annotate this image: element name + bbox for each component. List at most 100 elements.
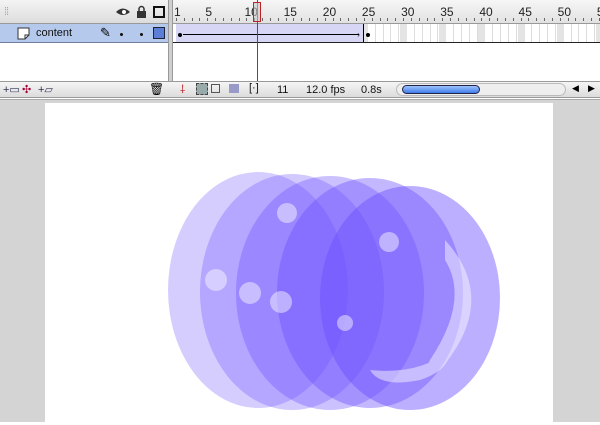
ruler-tick (590, 18, 592, 21)
frame-cell[interactable] (429, 24, 431, 42)
layer-page-icon (17, 27, 30, 40)
ruler-tick (215, 18, 217, 21)
frame-cell[interactable] (531, 24, 533, 42)
frame-number: 5 (205, 5, 212, 19)
lock-dot[interactable] (140, 33, 143, 36)
frame-cell[interactable] (468, 24, 470, 42)
frame-cell[interactable] (382, 24, 384, 42)
frame-number: 30 (401, 5, 415, 19)
add-motion-guide-icon[interactable]: ✣ (22, 83, 31, 96)
frame-cell[interactable] (539, 24, 541, 42)
ruler-tick (277, 18, 279, 21)
frame-number: 1 (174, 5, 181, 19)
playhead-handle[interactable] (253, 2, 262, 22)
visibility-dot[interactable] (120, 33, 123, 36)
frame-cell[interactable] (492, 24, 494, 42)
frame-cell[interactable] (453, 24, 455, 42)
frame-cell[interactable] (578, 24, 580, 42)
pencil-icon: ✎ (100, 25, 111, 40)
motion-tween-span[interactable]: › (176, 24, 364, 42)
tween-arrowhead: › (357, 30, 360, 39)
ruler-tick (551, 18, 553, 21)
frame-ruler[interactable]: 1510152025303540455055 (172, 0, 600, 24)
ruler-tick (395, 18, 397, 21)
layer-header: ⁞⁞ (0, 0, 170, 24)
stage[interactable] (45, 103, 553, 422)
ruler-tick (348, 18, 350, 21)
ruler-tick (379, 18, 381, 21)
ruler-tick (426, 18, 428, 21)
frame-cell[interactable] (500, 24, 502, 42)
frame-number: 45 (518, 5, 532, 19)
ruler-tick (512, 18, 514, 21)
edit-multiple-frames-icon[interactable] (229, 84, 239, 93)
insert-layer-icon[interactable]: +▭ (3, 83, 20, 96)
frame-cell[interactable] (507, 24, 509, 42)
frame-cell[interactable] (400, 24, 408, 42)
modify-markers-icon[interactable]: [·] (249, 82, 259, 94)
elapsed-time: 0.8s (361, 84, 382, 96)
frame-cell[interactable] (460, 24, 462, 42)
ruler-tick (465, 18, 467, 21)
frame-cell[interactable] (413, 24, 415, 42)
frame-cell[interactable] (439, 24, 447, 42)
frame-cell[interactable] (595, 24, 600, 42)
current-frame: 11 (277, 84, 289, 96)
frame-cell[interactable] (478, 24, 486, 42)
frame-number: 40 (479, 5, 493, 19)
scrollbar-thumb[interactable] (402, 85, 480, 94)
frame-track[interactable]: › (173, 24, 600, 43)
frame-rate[interactable]: 12.0 fps (306, 84, 345, 96)
frame-number: 20 (322, 5, 337, 19)
ruler-tick (434, 18, 436, 21)
keyframe-end[interactable] (365, 33, 370, 37)
ruler-tick (504, 18, 506, 21)
eye-icon[interactable] (115, 6, 131, 18)
layer-row-content[interactable]: content ✎ (0, 24, 170, 43)
drag-handle-icon[interactable]: ⁞⁞ (4, 6, 9, 18)
ruler-tick (544, 18, 545, 21)
ruler-tick (575, 18, 577, 21)
scroll-right-icon[interactable]: ▶ (588, 83, 595, 94)
ruler-tick (301, 18, 303, 21)
layer-name[interactable]: content (36, 27, 72, 39)
insert-folder-icon[interactable]: +▱ (38, 83, 53, 96)
onion-skin-circles (168, 172, 500, 410)
ruler-tick (457, 18, 459, 21)
lock-icon[interactable] (136, 5, 147, 19)
ruler-tick (230, 18, 232, 21)
frame-cell[interactable] (556, 24, 564, 42)
layer-outline-color[interactable] (153, 27, 165, 39)
ruler-tick (199, 18, 201, 21)
frame-cell[interactable] (374, 24, 376, 42)
ruler-tick (473, 18, 475, 21)
trash-icon[interactable]: 🗑 (149, 82, 164, 96)
ruler-tick (387, 18, 389, 21)
frame-cell[interactable] (421, 24, 423, 42)
frame-cell[interactable] (586, 24, 588, 42)
timeline-status-bar: +▭ ✣ +▱ 🗑 ⸸ [·] 11 12.0 fps 0.8s ◀ ▶ (0, 81, 600, 98)
center-frame-icon[interactable]: ⸸ (180, 82, 185, 97)
frame-cell[interactable] (517, 24, 525, 42)
keyframe-start[interactable] (178, 33, 182, 37)
onion-skin-outlines-icon[interactable] (211, 84, 220, 93)
onion-skin-icon[interactable] (196, 83, 208, 95)
outline-square-icon[interactable] (153, 6, 165, 18)
frame-number: 50 (557, 5, 572, 19)
ruler-tick (262, 18, 264, 21)
ruler-tick (309, 18, 311, 21)
ruler-tick (340, 18, 342, 21)
ruler-tick (191, 18, 193, 21)
frame-cell[interactable] (390, 24, 392, 42)
scroll-left-icon[interactable]: ◀ (572, 83, 579, 94)
ruler-tick (356, 18, 358, 21)
horizontal-scrollbar[interactable] (396, 83, 566, 96)
ruler-tick (497, 18, 499, 21)
tween-arrow (183, 34, 359, 35)
ruler-tick (269, 18, 271, 21)
frame-cell[interactable] (570, 24, 572, 42)
frame-cell[interactable] (547, 24, 548, 42)
frame-cell[interactable] (437, 24, 439, 42)
layer-list-empty (0, 43, 170, 81)
ruler-tick (418, 18, 420, 21)
